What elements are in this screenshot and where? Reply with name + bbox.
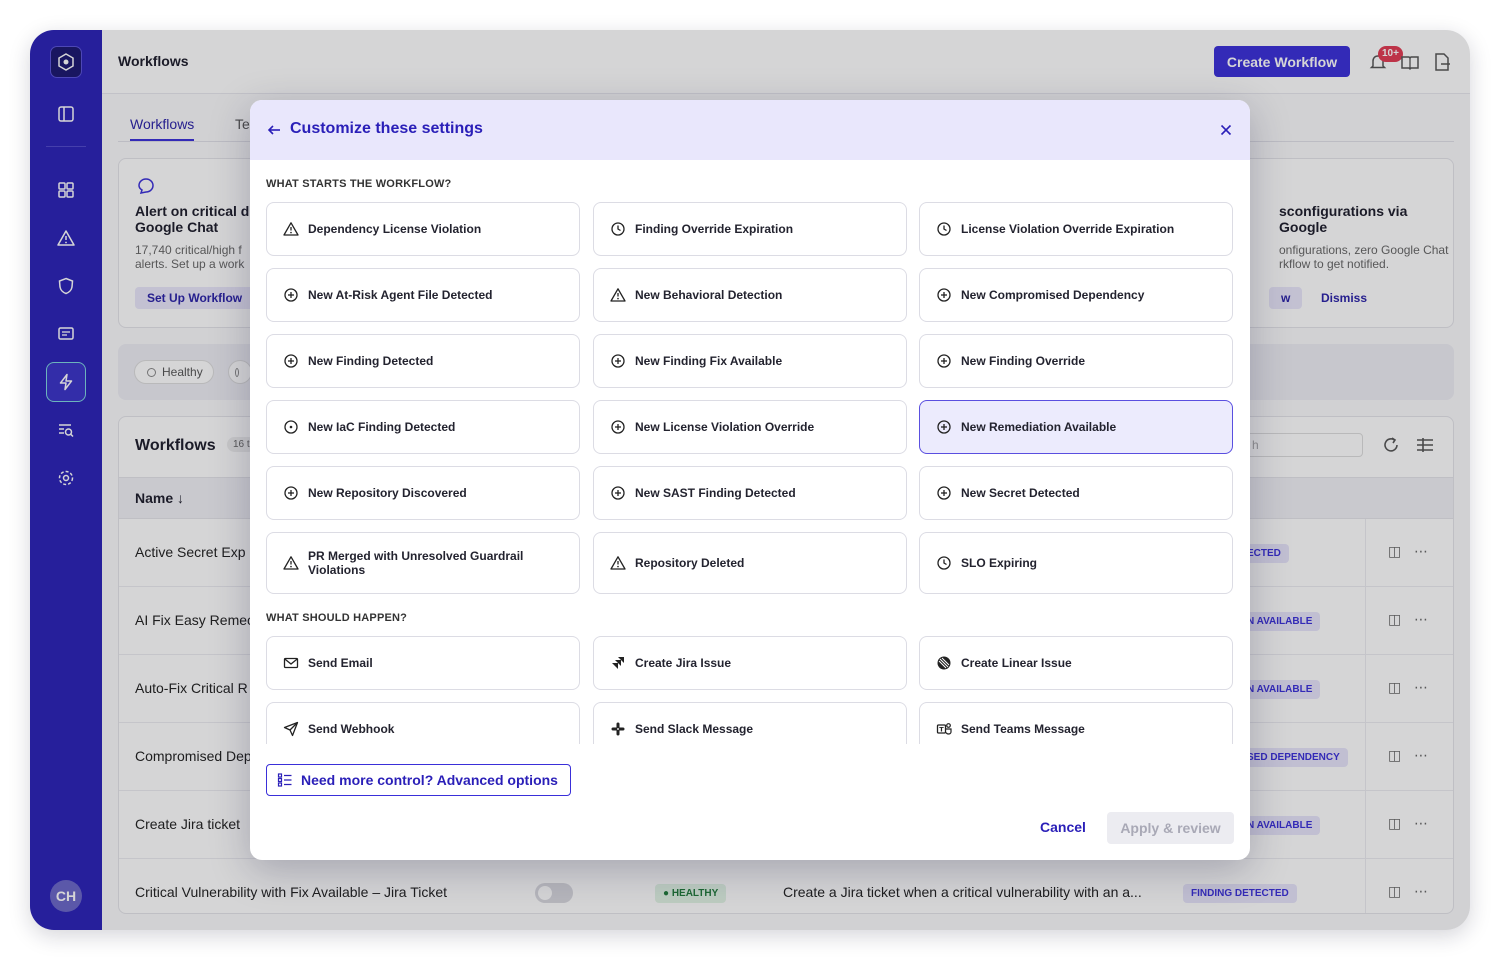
back-arrow-icon[interactable] bbox=[266, 122, 282, 138]
option-label: Finding Override Expiration bbox=[635, 222, 794, 236]
option-label: New Secret Detected bbox=[961, 486, 1080, 500]
option-label: New Repository Discovered bbox=[308, 486, 467, 500]
option-send-teams-message[interactable]: T Send Teams Message bbox=[919, 702, 1233, 744]
option-create-linear-issue[interactable]: Create Linear Issue bbox=[919, 636, 1233, 690]
option-label: New License Violation Override bbox=[635, 420, 815, 434]
clock-icon bbox=[936, 555, 952, 571]
option-new-finding-detected[interactable]: New Finding Detected bbox=[266, 334, 580, 388]
option-label: Repository Deleted bbox=[635, 556, 745, 570]
option-label: PR Merged with Unresolved Guardrail Viol… bbox=[308, 549, 524, 577]
linear-icon bbox=[936, 655, 952, 671]
option-label: New Compromised Dependency bbox=[961, 288, 1145, 302]
advanced-options-label: Need more control? Advanced options bbox=[301, 772, 558, 788]
plus-circle-icon bbox=[936, 419, 952, 435]
clock-icon bbox=[936, 221, 952, 237]
option-label: SLO Expiring bbox=[961, 556, 1038, 570]
clock-icon bbox=[610, 221, 626, 237]
modal-title: Customize these settings bbox=[290, 120, 483, 137]
option-label: Send Slack Message bbox=[635, 722, 754, 736]
option-label: Send Teams Message bbox=[961, 722, 1085, 736]
option-pr-merged-with-unresolved-guardrail-violations[interactable]: PR Merged with Unresolved Guardrail Viol… bbox=[266, 532, 580, 594]
option-send-slack-message[interactable]: Send Slack Message bbox=[593, 702, 907, 744]
slack-icon bbox=[610, 721, 626, 737]
option-new-at-risk-agent-file-detected[interactable]: New At-Risk Agent File Detected bbox=[266, 268, 580, 322]
plus-circle-icon bbox=[936, 485, 952, 501]
option-label: New SAST Finding Detected bbox=[635, 486, 796, 500]
option-label: License Violation Override Expiration bbox=[961, 222, 1175, 236]
warning-icon bbox=[283, 221, 299, 237]
option-label: New Finding Fix Available bbox=[635, 354, 783, 368]
option-dependency-license-violation[interactable]: Dependency License Violation bbox=[266, 202, 580, 256]
plus-circle-icon bbox=[283, 485, 299, 501]
plus-circle-icon bbox=[936, 353, 952, 369]
option-new-repository-discovered[interactable]: New Repository Discovered bbox=[266, 466, 580, 520]
option-label: New IaC Finding Detected bbox=[308, 420, 456, 434]
plus-circle-icon bbox=[610, 485, 626, 501]
triggers-section-label: WHAT STARTS THE WORKFLOW? bbox=[266, 178, 452, 190]
option-new-finding-fix-available[interactable]: New Finding Fix Available bbox=[593, 334, 907, 388]
option-new-compromised-dependency[interactable]: New Compromised Dependency bbox=[919, 268, 1233, 322]
plus-circle-icon bbox=[283, 353, 299, 369]
plus-circle-icon bbox=[610, 419, 626, 435]
mail-icon bbox=[283, 655, 299, 671]
option-create-jira-issue[interactable]: Create Jira Issue bbox=[593, 636, 907, 690]
cancel-button[interactable]: Cancel bbox=[1040, 819, 1086, 835]
plus-circle-icon bbox=[936, 287, 952, 303]
option-label: Create Jira Issue bbox=[635, 656, 732, 670]
option-label: Send Email bbox=[308, 656, 373, 670]
close-icon[interactable] bbox=[1218, 122, 1234, 138]
warning-icon bbox=[283, 555, 299, 571]
advanced-options-button[interactable]: Need more control? Advanced options bbox=[266, 764, 571, 796]
apply-review-button[interactable]: Apply & review bbox=[1107, 812, 1234, 844]
option-label: New Finding Override bbox=[961, 354, 1086, 368]
option-new-behavioral-detection[interactable]: New Behavioral Detection bbox=[593, 268, 907, 322]
warning-icon bbox=[610, 287, 626, 303]
modal-header: Customize these settings bbox=[250, 100, 1250, 160]
svg-text:T: T bbox=[939, 726, 944, 734]
actions-section-label: WHAT SHOULD HAPPEN? bbox=[266, 612, 408, 624]
plus-circle-icon bbox=[283, 287, 299, 303]
warning-icon bbox=[610, 555, 626, 571]
option-new-secret-detected[interactable]: New Secret Detected bbox=[919, 466, 1233, 520]
option-slo-expiring[interactable]: SLO Expiring bbox=[919, 532, 1233, 594]
send-icon bbox=[283, 721, 299, 737]
option-label: New At-Risk Agent File Detected bbox=[308, 288, 493, 302]
dot-circle-icon bbox=[283, 419, 299, 435]
option-send-webhook[interactable]: Send Webhook bbox=[266, 702, 580, 744]
modal-scroll-area[interactable]: WHAT STARTS THE WORKFLOW? Dependency Lic… bbox=[250, 160, 1250, 744]
option-finding-override-expiration[interactable]: Finding Override Expiration bbox=[593, 202, 907, 256]
option-new-iac-finding-detected[interactable]: New IaC Finding Detected bbox=[266, 400, 580, 454]
option-label: New Remediation Available bbox=[961, 420, 1117, 434]
teams-icon: T bbox=[936, 721, 952, 737]
option-label: Create Linear Issue bbox=[961, 656, 1072, 670]
customize-settings-modal: Customize these settings WHAT STARTS THE… bbox=[250, 100, 1250, 860]
option-label: Send Webhook bbox=[308, 722, 395, 736]
option-label: New Finding Detected bbox=[308, 354, 434, 368]
option-repository-deleted[interactable]: Repository Deleted bbox=[593, 532, 907, 594]
option-send-email[interactable]: Send Email bbox=[266, 636, 580, 690]
option-new-finding-override[interactable]: New Finding Override bbox=[919, 334, 1233, 388]
option-new-remediation-available[interactable]: New Remediation Available bbox=[919, 400, 1233, 454]
option-new-license-violation-override[interactable]: New License Violation Override bbox=[593, 400, 907, 454]
option-label: New Behavioral Detection bbox=[635, 288, 783, 302]
plus-circle-icon bbox=[610, 353, 626, 369]
option-new-sast-finding-detected[interactable]: New SAST Finding Detected bbox=[593, 466, 907, 520]
jira-icon bbox=[610, 655, 626, 671]
option-license-violation-override-expiration[interactable]: License Violation Override Expiration bbox=[919, 202, 1233, 256]
list-settings-icon bbox=[277, 772, 293, 788]
option-label: Dependency License Violation bbox=[308, 222, 482, 236]
